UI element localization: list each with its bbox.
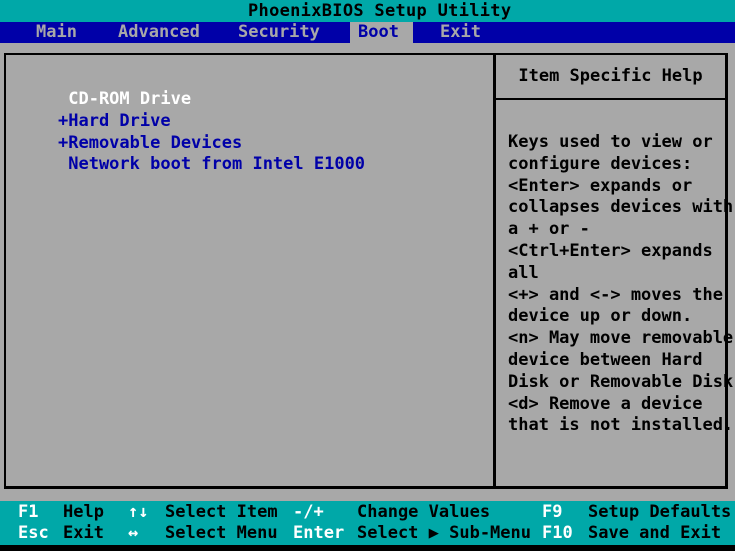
setup-frame: CD-ROM Drive +Hard Drive +Removable Devi… [4, 53, 733, 489]
help-divider [496, 98, 725, 100]
boot-item-removable[interactable]: +Removable Devices [58, 132, 242, 154]
help-pane: Item Specific Help Keys used to view or … [496, 55, 733, 486]
arrows-updown-icon: ↑↓ [128, 502, 149, 522]
key-f10-desc: Save and Exit [588, 523, 722, 543]
key-legend: F1 Help ↑↓ Select Item -/+ Change Values… [0, 501, 735, 545]
key-minus-plus-desc: Change Values [357, 502, 491, 522]
key-f1: F1 [18, 502, 39, 522]
key-esc-desc: Exit [63, 523, 104, 543]
key-f9-desc: Setup Defaults [588, 502, 732, 522]
help-text: Keys used to view or configure devices: … [508, 132, 734, 436]
menu-bar: Main Advanced Security Boot Exit [0, 22, 735, 43]
tab-exit[interactable]: Exit [440, 22, 481, 43]
help-title: Item Specific Help [518, 66, 703, 86]
boot-order-pane: CD-ROM Drive +Hard Drive +Removable Devi… [6, 55, 493, 486]
key-minus-plus: -/+ [293, 502, 324, 522]
key-enter-desc: Select ▶ Sub-Menu [357, 523, 531, 543]
tab-advanced[interactable]: Advanced [118, 22, 200, 43]
boot-item-hard-drive[interactable]: +Hard Drive [58, 110, 171, 132]
key-updown-desc: Select Item [165, 502, 278, 522]
window-title: PhoenixBIOS Setup Utility [248, 1, 512, 21]
boot-item-cdrom[interactable]: CD-ROM Drive [58, 88, 191, 110]
tab-security[interactable]: Security [238, 22, 320, 43]
boot-item-network[interactable]: Network boot from Intel E1000 [58, 153, 365, 175]
screen-bottom-edge [0, 545, 735, 551]
title-bar: PhoenixBIOS Setup Utility [0, 0, 735, 22]
tab-boot[interactable]: Boot [350, 22, 413, 43]
tab-main[interactable]: Main [36, 22, 77, 43]
key-f1-desc: Help [63, 502, 104, 522]
arrows-leftright-icon: ↔ [128, 523, 139, 543]
key-leftright-desc: Select Menu [165, 523, 278, 543]
key-f9: F9 [542, 502, 563, 522]
key-f10: F10 [542, 523, 573, 543]
key-esc: Esc [18, 523, 49, 543]
key-enter: Enter [293, 523, 345, 543]
